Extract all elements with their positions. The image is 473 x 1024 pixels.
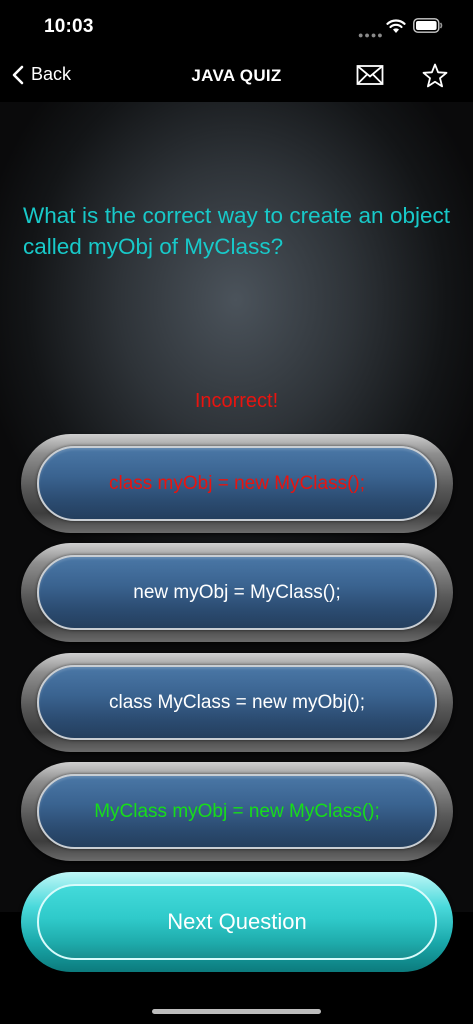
answer-option-label: new myObj = MyClass(); xyxy=(37,555,437,630)
answer-option-3[interactable]: class MyClass = new myObj(); xyxy=(21,653,453,752)
answer-option-label: MyClass myObj = new MyClass(); xyxy=(37,774,437,849)
favorite-button[interactable] xyxy=(421,62,449,95)
answer-option-label: class MyClass = new myObj(); xyxy=(37,665,437,740)
page-title: JAVA QUIZ xyxy=(191,66,282,85)
answer-option-4[interactable]: MyClass myObj = new MyClass(); xyxy=(21,762,453,861)
wifi-icon xyxy=(386,19,406,33)
quiz-screen: 10:03 ●●●● Back JAVA QUIZ What is the co… xyxy=(0,0,473,1024)
answer-option-1[interactable]: class myObj = new MyClass(); xyxy=(21,434,453,533)
status-bar: 10:03 ●●●● xyxy=(0,0,473,52)
cellular-signal-icon: ●●●● xyxy=(358,30,384,40)
answer-feedback: Incorrect! xyxy=(194,390,279,412)
home-indicator[interactable] xyxy=(152,1009,321,1014)
answer-option-label: class myObj = new MyClass(); xyxy=(37,446,437,521)
status-time: 10:03 xyxy=(44,16,94,37)
answer-option-2[interactable]: new myObj = MyClass(); xyxy=(21,543,453,642)
next-question-label: Next Question xyxy=(37,884,437,960)
mail-icon xyxy=(356,65,384,85)
next-question-button[interactable]: Next Question xyxy=(21,872,453,972)
battery-icon xyxy=(413,18,443,33)
mail-button[interactable] xyxy=(356,64,384,91)
star-icon xyxy=(422,63,448,88)
question-text: What is the correct way to create an obj… xyxy=(23,203,450,259)
navigation-bar: Back JAVA QUIZ xyxy=(0,52,473,102)
